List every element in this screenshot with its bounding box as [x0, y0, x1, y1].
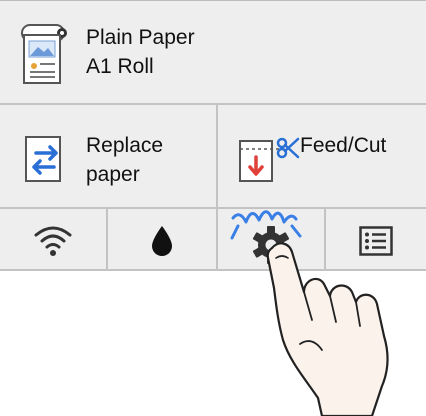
tapping-hand-icon	[266, 242, 389, 416]
operation-panel-screen: Plain Paper A1 Roll Replace paper Feed/C…	[0, 0, 426, 416]
